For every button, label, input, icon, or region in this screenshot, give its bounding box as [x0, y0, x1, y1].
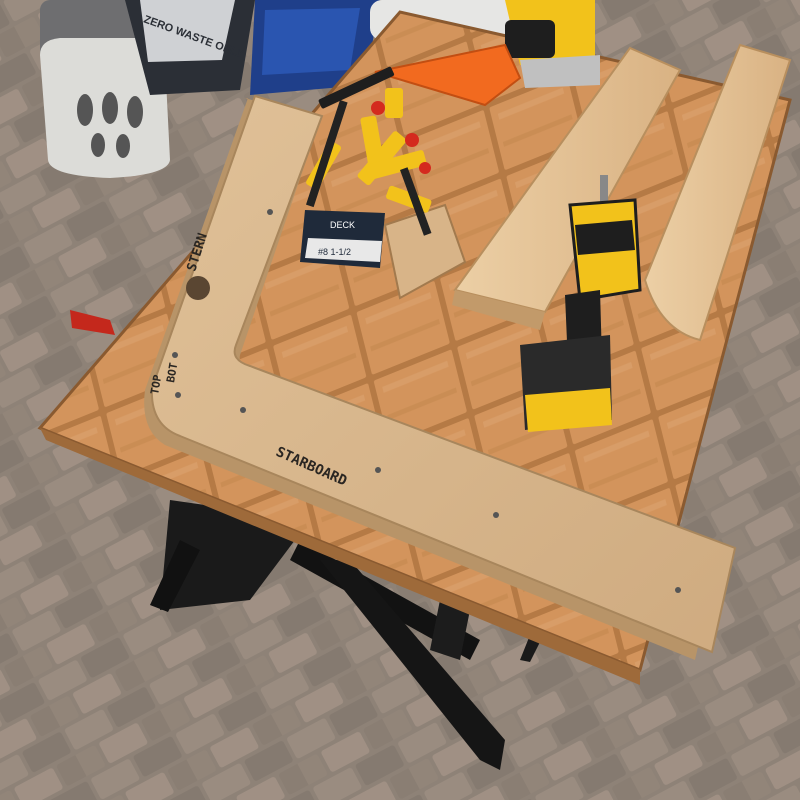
template-hole [186, 276, 210, 300]
screw-box-brand: DECK [330, 220, 355, 230]
tank-vent [77, 94, 93, 126]
workbench-photo: ZERO WASTE ONLY STERN TOP BOT STARBOARD [0, 0, 800, 800]
screw-box: DECK #8 1-1/2 [300, 210, 385, 268]
screw-box-size: #8 1-1/2 [318, 247, 351, 257]
